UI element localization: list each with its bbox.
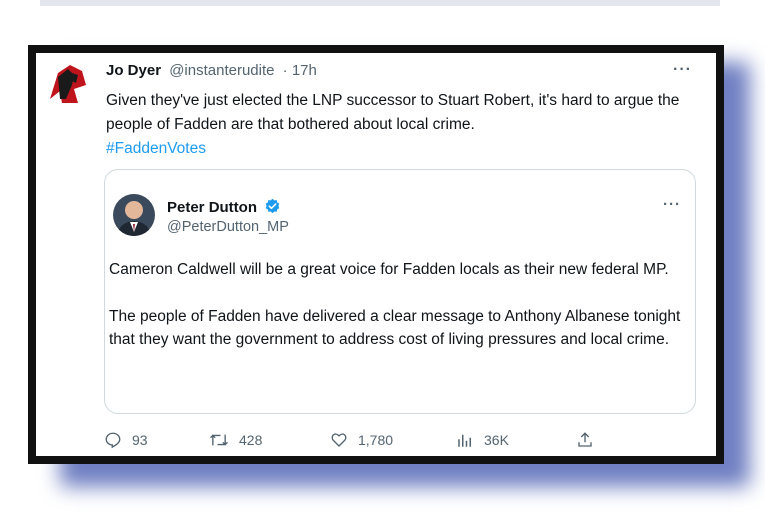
views-count: 36K [484,432,509,448]
retweet-icon [210,434,228,446]
reply-button[interactable]: 93 [104,431,148,449]
share-icon [578,432,592,447]
tweet-header: Jo Dyer @instanterudite · 17h [106,62,317,79]
backdrop-top [40,0,720,6]
like-icon [331,433,347,447]
tweet-time[interactable]: · 17h [283,62,317,79]
action-bar: 93 428 1,780 36K [104,431,604,455]
quoted-avatar[interactable] [113,194,155,236]
share-button[interactable] [576,431,604,449]
more-options-icon[interactable]: ··· [673,61,692,79]
retweet-count: 428 [239,432,263,448]
retweet-button[interactable]: 428 [209,431,262,449]
reply-count: 93 [132,432,148,448]
quoted-author-name[interactable]: Peter Dutton [167,199,257,216]
quoted-tweet[interactable]: Peter Dutton @PeterDutton_MP ··· Cameron… [104,169,696,414]
quoted-handle[interactable]: @PeterDutton_MP [167,219,289,235]
quoted-paragraph-1: Cameron Caldwell will be a great voice f… [109,261,669,278]
like-button[interactable]: 1,780 [330,431,393,449]
like-count: 1,780 [358,432,394,448]
tweet-text: Given they've just elected the LNP succe… [106,89,696,161]
verified-icon [264,198,281,219]
reply-icon [105,432,121,449]
author-name[interactable]: Jo Dyer [106,62,161,79]
quoted-more-options-icon[interactable]: ··· [663,196,681,213]
author-handle[interactable]: @instanterudite [169,62,274,79]
avatar[interactable] [44,59,92,107]
quoted-paragraph-2: The people of Fadden have delivered a cl… [109,308,681,348]
hashtag-link[interactable]: #FaddenVotes [106,137,696,161]
tweet-body: Given they've just elected the LNP succe… [106,92,680,133]
views-button[interactable]: 36K [456,431,509,449]
quoted-author[interactable]: Peter Dutton [167,198,281,219]
quoted-text: Cameron Caldwell will be a great voice f… [109,258,687,375]
tweet-card[interactable]: Jo Dyer @instanterudite · 17h ··· Given … [36,53,716,456]
views-icon [458,434,471,447]
